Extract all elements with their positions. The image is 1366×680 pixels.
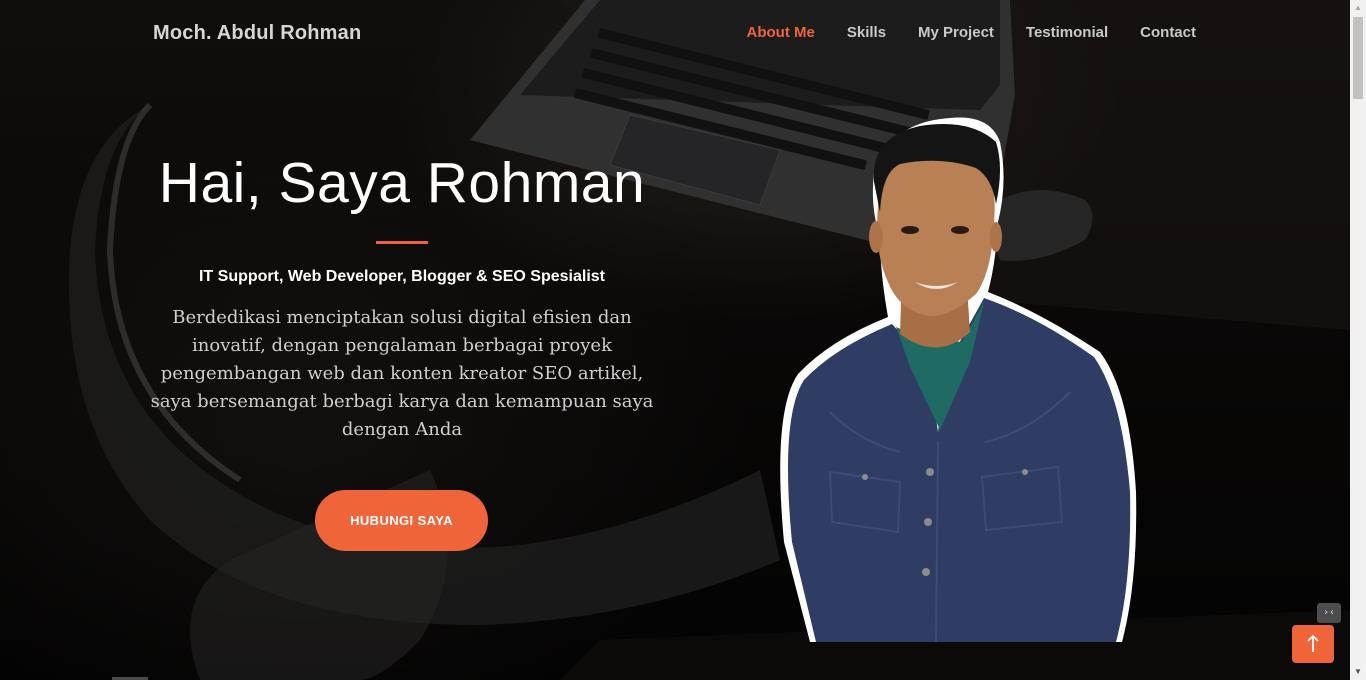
vertical-scrollbar[interactable]: ▲ ▼ (1350, 0, 1366, 680)
profile-photo (780, 117, 1137, 643)
scroll-up-arrow-icon[interactable]: ▲ (1350, 0, 1366, 16)
hero-subtitle: IT Support, Web Developer, Blogger & SEO… (198, 268, 605, 285)
scroll-down-arrow-icon[interactable]: ▼ (1350, 664, 1366, 680)
main-nav: About Me Skills My Project Testimonial C… (747, 24, 1196, 41)
brand-logo-text[interactable]: Moch. Abdul Rohman (153, 22, 361, 45)
hero-description: Berdedikasi menciptakan solusi digital e… (150, 307, 654, 440)
scrollbar-thumb[interactable] (1353, 17, 1363, 99)
back-to-top-button[interactable] (1292, 625, 1334, 663)
nav-link-skills[interactable]: Skills (847, 24, 886, 41)
nav-link-my-project[interactable]: My Project (918, 24, 994, 41)
navbar: Moch. Abdul Rohman About Me Skills My Pr… (0, 0, 1350, 68)
nav-link-about-me[interactable]: About Me (747, 24, 815, 41)
code-collapse-icon[interactable]: ›‹ (1317, 603, 1341, 623)
hero-title: Hai, Saya Rohman (158, 151, 646, 215)
contact-me-button[interactable]: HUBUNGI SAYA (315, 490, 488, 551)
arrow-up-icon (1307, 634, 1319, 652)
title-divider (376, 241, 428, 244)
nav-link-testimonial[interactable]: Testimonial (1026, 24, 1108, 41)
nav-link-contact[interactable]: Contact (1140, 24, 1196, 41)
